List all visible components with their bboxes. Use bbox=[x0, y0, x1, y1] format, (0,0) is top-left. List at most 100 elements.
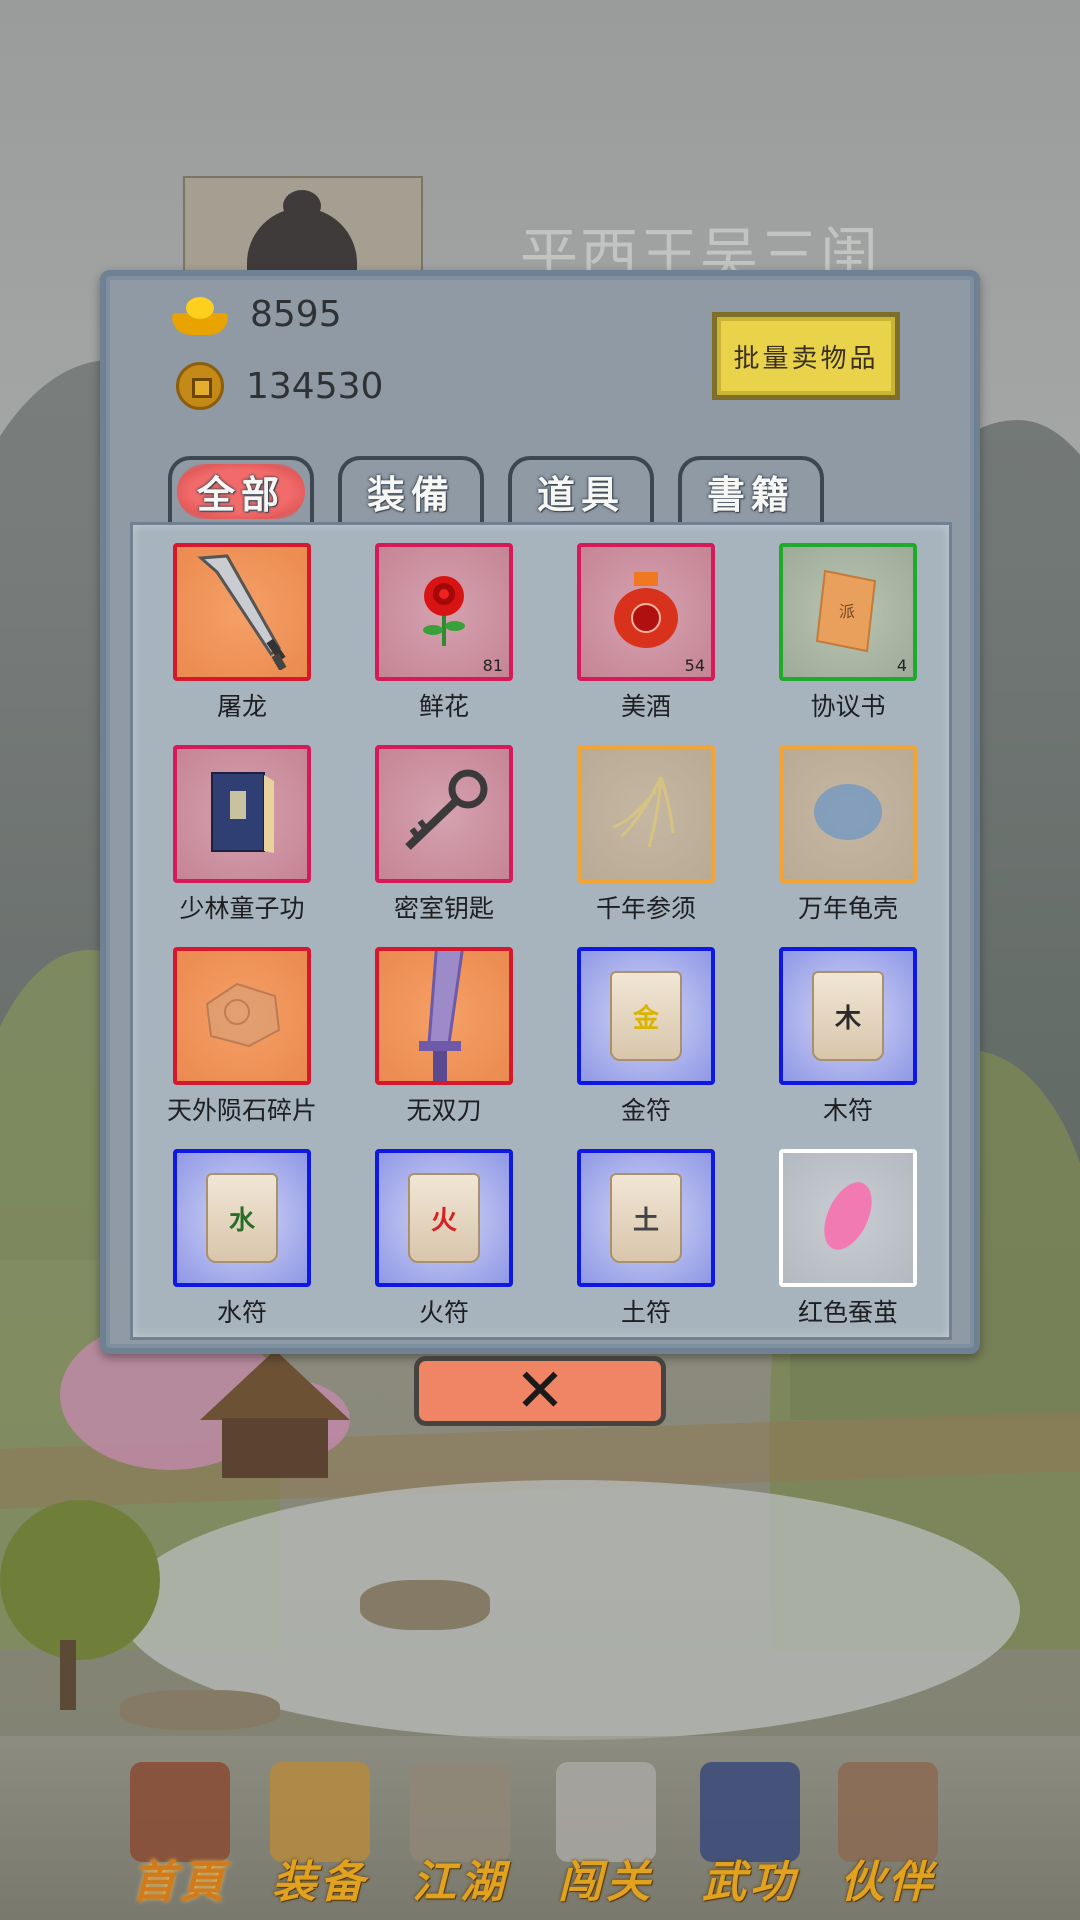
ingot-balance: 8595 bbox=[172, 294, 342, 335]
nav-item-manual-book[interactable]: 武功 bbox=[680, 1762, 820, 1912]
tree bbox=[0, 1500, 160, 1660]
item-name: 水符 bbox=[216, 1298, 267, 1327]
item-slot[interactable]: 81 bbox=[375, 543, 513, 681]
item-name: 木符 bbox=[822, 1096, 873, 1125]
inventory-item[interactable]: 万年龟壳 bbox=[773, 745, 923, 925]
wine-jar-icon bbox=[608, 570, 684, 654]
close-button[interactable]: ✕ bbox=[414, 1356, 666, 1426]
item-count: 81 bbox=[482, 656, 503, 675]
item-name: 美酒 bbox=[620, 692, 671, 721]
item-name: 金符 bbox=[620, 1096, 671, 1125]
item-name: 鲜花 bbox=[418, 692, 469, 721]
inventory-item[interactable]: 派 4 协议书 bbox=[773, 543, 923, 723]
book-icon bbox=[202, 767, 282, 861]
tab-equipment[interactable]: 装備 bbox=[338, 456, 484, 522]
svg-text:派: 派 bbox=[839, 602, 855, 621]
nav-label: 伙伴 bbox=[840, 1857, 936, 1908]
item-name: 密室钥匙 bbox=[393, 894, 494, 923]
bulk-sell-button[interactable]: 批量卖物品 bbox=[712, 312, 900, 400]
item-slot[interactable]: 木 bbox=[779, 947, 917, 1085]
item-count: 4 bbox=[896, 656, 907, 675]
tab-books[interactable]: 書籍 bbox=[678, 456, 824, 522]
turtle-shell-icon bbox=[803, 772, 893, 856]
rose-icon bbox=[409, 570, 479, 654]
item-name: 无双刀 bbox=[406, 1096, 482, 1125]
item-slot[interactable] bbox=[779, 1149, 917, 1287]
inventory-item[interactable]: 天外陨石碎片 bbox=[167, 947, 317, 1127]
item-slot[interactable]: 水 bbox=[173, 1149, 311, 1287]
talisman-icon: 土 bbox=[610, 1173, 682, 1263]
rock bbox=[120, 1690, 280, 1730]
nav-label: 武功 bbox=[702, 1857, 798, 1908]
inventory-item[interactable]: 密室钥匙 bbox=[369, 745, 519, 925]
item-name: 协议书 bbox=[810, 692, 886, 721]
tab-all[interactable]: 全部 bbox=[168, 456, 314, 522]
coin-amount: 134530 bbox=[246, 365, 384, 407]
inventory-item[interactable]: 水水符 bbox=[167, 1149, 317, 1329]
inventory-item[interactable]: 红色蚕茧 bbox=[773, 1149, 923, 1329]
inventory-item[interactable]: 火火符 bbox=[369, 1149, 519, 1329]
item-slot[interactable]: 派4 bbox=[779, 543, 917, 681]
item-slot[interactable] bbox=[173, 745, 311, 883]
inventory-item[interactable]: 屠龙 bbox=[167, 543, 317, 723]
item-slot[interactable]: 54 bbox=[577, 543, 715, 681]
nav-label: 江湖 bbox=[412, 1857, 508, 1908]
item-slot[interactable] bbox=[375, 947, 513, 1085]
inventory-item[interactable]: 少林童子功 bbox=[167, 745, 317, 925]
item-name: 少林童子功 bbox=[179, 894, 305, 923]
nav-label: 首頁 bbox=[132, 1857, 228, 1908]
item-name: 天外陨石碎片 bbox=[167, 1096, 318, 1125]
item-slot[interactable]: 火 bbox=[375, 1149, 513, 1287]
item-count: 54 bbox=[684, 656, 705, 675]
item-slot[interactable] bbox=[779, 745, 917, 883]
nav-label: 闯关 bbox=[558, 1857, 654, 1908]
ingot-amount: 8595 bbox=[250, 294, 342, 335]
gold-ingot-icon bbox=[172, 295, 228, 335]
tree-trunk bbox=[60, 1640, 76, 1710]
item-slot[interactable] bbox=[375, 745, 513, 883]
item-grid: 屠龙 81 鲜花 54 美酒派 4 协议书 少林童子功 密室钥匙 千年参须 万年龟壳 天外陨石碎片 无双… bbox=[130, 522, 952, 1340]
inventory-item[interactable]: 木木符 bbox=[773, 947, 923, 1127]
nav-item-scroll[interactable]: 江湖 bbox=[390, 1762, 530, 1912]
blade-icon bbox=[399, 951, 489, 1081]
item-name: 红色蚕茧 bbox=[797, 1298, 898, 1327]
nav-label: 装备 bbox=[272, 1857, 368, 1908]
hut bbox=[200, 1350, 350, 1480]
item-slot[interactable]: 金 bbox=[577, 947, 715, 1085]
item-slot[interactable] bbox=[173, 543, 311, 681]
contract-scroll-icon: 派 bbox=[813, 565, 883, 659]
nav-item-armor[interactable]: 装备 bbox=[250, 1762, 390, 1912]
inventory-item[interactable]: 81 鲜花 bbox=[369, 543, 519, 723]
tab-props[interactable]: 道具 bbox=[508, 456, 654, 522]
rock bbox=[360, 1580, 490, 1630]
key-icon bbox=[394, 767, 494, 861]
item-name: 火符 bbox=[418, 1298, 469, 1327]
inventory-item[interactable]: 土土符 bbox=[571, 1149, 721, 1329]
category-tabs: 全部 装備 道具 書籍 bbox=[168, 456, 824, 522]
broadsword-icon bbox=[187, 550, 297, 674]
meteorite-icon bbox=[197, 974, 287, 1058]
copper-coin-icon bbox=[176, 362, 224, 410]
talisman-icon: 火 bbox=[408, 1173, 480, 1263]
nav-item-crossed-swords[interactable]: 闯关 bbox=[536, 1762, 676, 1912]
item-name: 千年参须 bbox=[595, 894, 696, 923]
talisman-icon: 水 bbox=[206, 1173, 278, 1263]
item-slot[interactable] bbox=[173, 947, 311, 1085]
inventory-dialog: 8595 134530 批量卖物品 全部 装備 道具 書籍 屠龙 81 鲜花 54 美酒… bbox=[100, 270, 980, 1354]
inventory-item[interactable]: 金金符 bbox=[571, 947, 721, 1127]
bottom-nav: 首頁 装备 江湖 闯关 武功 伙伴 bbox=[0, 1736, 1080, 1920]
cocoon-icon bbox=[813, 1171, 883, 1265]
item-name: 土符 bbox=[620, 1298, 671, 1327]
item-slot[interactable]: 土 bbox=[577, 1149, 715, 1287]
nav-item-house[interactable]: 首頁 bbox=[110, 1762, 250, 1912]
item-name: 屠龙 bbox=[216, 692, 267, 721]
inventory-item[interactable]: 无双刀 bbox=[369, 947, 519, 1127]
ginseng-icon bbox=[601, 767, 691, 861]
talisman-icon: 木 bbox=[812, 971, 884, 1061]
nav-item-partners[interactable]: 伙伴 bbox=[818, 1762, 958, 1912]
inventory-item[interactable]: 千年参须 bbox=[571, 745, 721, 925]
coin-balance: 134530 bbox=[176, 362, 383, 410]
talisman-icon: 金 bbox=[610, 971, 682, 1061]
item-slot[interactable] bbox=[577, 745, 715, 883]
inventory-item[interactable]: 54 美酒 bbox=[571, 543, 721, 723]
